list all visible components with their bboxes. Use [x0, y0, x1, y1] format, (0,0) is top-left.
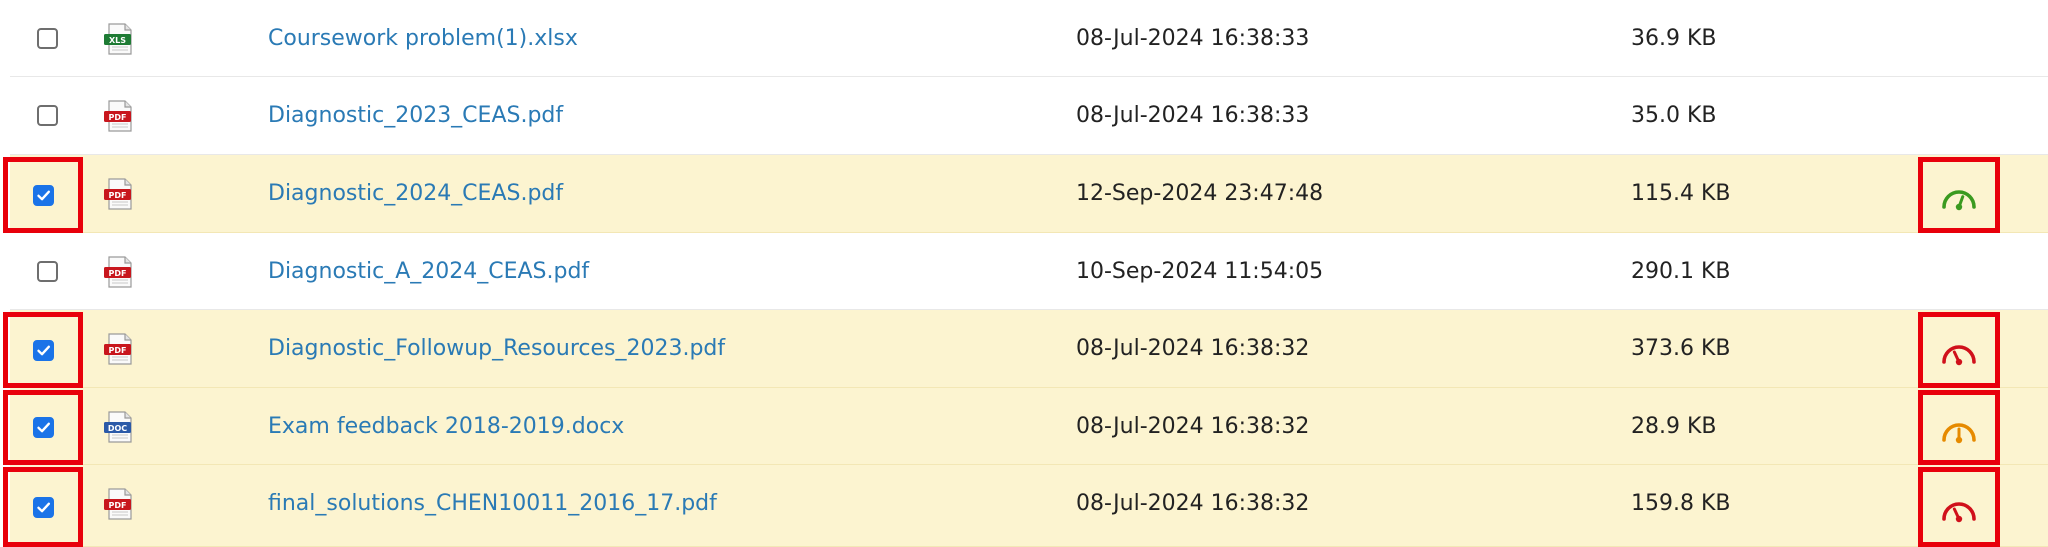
row-checkbox[interactable] — [32, 184, 54, 206]
file-name-link[interactable]: Diagnostic_A_2024_CEAS.pdf — [268, 233, 589, 310]
row-checkbox-cell — [10, 0, 85, 77]
svg-text:PDF: PDF — [109, 269, 127, 278]
row-checkbox-cell — [3, 157, 83, 233]
checkmark-icon — [36, 190, 50, 200]
doc-file-icon: DOC — [102, 411, 136, 443]
file-date: 12-Sep-2024 23:47:48 — [1076, 181, 1324, 206]
table-row[interactable]: PDF Diagnostic_Followup_Resources_2023.pd… — [3, 310, 2048, 388]
row-checkbox-cell — [10, 77, 85, 154]
row-checkbox-cell — [3, 312, 83, 388]
file-size: 159.8 KB — [1631, 491, 1731, 516]
svg-text:PDF: PDF — [109, 191, 127, 200]
file-name-link[interactable]: Diagnostic_2024_CEAS.pdf — [268, 155, 563, 232]
row-checkbox-cell — [3, 467, 83, 547]
file-name-link[interactable]: final_solutions_CHEN10011_2016_17.pdf — [268, 465, 717, 542]
row-checkbox[interactable] — [32, 339, 54, 361]
pdf-file-icon: PDF — [102, 100, 136, 132]
row-checkbox[interactable] — [32, 417, 54, 438]
checkmark-icon — [36, 422, 50, 433]
row-checkbox[interactable] — [37, 261, 58, 282]
table-row[interactable]: PDF Diagnostic_2024_CEAS.pdf 12-Sep-2024 2… — [3, 155, 2048, 233]
svg-text:PDF: PDF — [109, 113, 127, 122]
row-checkbox[interactable] — [32, 496, 54, 518]
table-row[interactable]: PDF Diagnostic_2023_CEAS.pdf 08-Jul-2024 1… — [10, 77, 2048, 155]
file-name-link[interactable]: Coursework problem(1).xlsx — [268, 0, 578, 77]
file-size: 373.6 KB — [1631, 336, 1731, 361]
svg-text:XLS: XLS — [109, 36, 126, 45]
table-row[interactable]: XLS Coursework problem(1).xlsx 08-Jul-2024… — [10, 0, 2048, 77]
gauge-icon — [1942, 345, 1976, 366]
gauge-icon — [1942, 502, 1976, 523]
table-row[interactable]: PDF Diagnostic_A_2024_CEAS.pdf 10-Sep-2024… — [10, 233, 2048, 310]
checkmark-icon — [36, 345, 50, 355]
file-name-link[interactable]: Exam feedback 2018-2019.docx — [268, 388, 624, 465]
accessibility-score-cell[interactable] — [1918, 157, 2000, 233]
table-row[interactable]: DOC Exam feedback 2018-2019.docx 08-Jul-20… — [3, 388, 2048, 465]
file-date: 08-Jul-2024 16:38:33 — [1076, 26, 1310, 51]
pdf-file-icon: PDF — [102, 178, 136, 210]
accessibility-score-cell[interactable] — [1918, 312, 2000, 388]
accessibility-score-cell[interactable] — [1918, 467, 2000, 547]
file-size: 290.1 KB — [1631, 259, 1731, 284]
checkmark-icon — [36, 502, 50, 512]
file-date: 10-Sep-2024 11:54:05 — [1076, 259, 1324, 284]
row-checkbox-cell — [10, 233, 85, 310]
table-row[interactable]: PDF final_solutions_CHEN10011_2016_17.pdf… — [3, 465, 2048, 547]
file-date: 08-Jul-2024 16:38:32 — [1076, 336, 1310, 361]
file-list: XLS Coursework problem(1).xlsx 08-Jul-2024… — [0, 0, 2048, 547]
file-size: 35.0 KB — [1631, 103, 1717, 128]
svg-text:PDF: PDF — [109, 501, 127, 510]
row-checkbox[interactable] — [37, 28, 58, 49]
gauge-icon — [1942, 190, 1976, 211]
file-size: 115.4 KB — [1631, 181, 1731, 206]
svg-text:DOC: DOC — [108, 424, 127, 433]
file-name-link[interactable]: Diagnostic_Followup_Resources_2023.pdf — [268, 310, 725, 387]
file-date: 08-Jul-2024 16:38:32 — [1076, 414, 1310, 439]
pdf-file-icon: PDF — [102, 333, 136, 365]
pdf-file-icon: PDF — [102, 488, 136, 520]
gauge-icon — [1942, 422, 1976, 443]
file-date: 08-Jul-2024 16:38:33 — [1076, 103, 1310, 128]
svg-text:PDF: PDF — [109, 346, 127, 355]
file-size: 28.9 KB — [1631, 414, 1717, 439]
accessibility-score-cell[interactable] — [1918, 390, 2000, 465]
file-date: 08-Jul-2024 16:38:32 — [1076, 491, 1310, 516]
file-name-link[interactable]: Diagnostic_2023_CEAS.pdf — [268, 77, 563, 154]
file-size: 36.9 KB — [1631, 26, 1717, 51]
pdf-file-icon: PDF — [102, 256, 136, 288]
row-checkbox[interactable] — [37, 105, 58, 126]
row-checkbox-cell — [3, 390, 83, 465]
xls-file-icon: XLS — [102, 23, 136, 55]
